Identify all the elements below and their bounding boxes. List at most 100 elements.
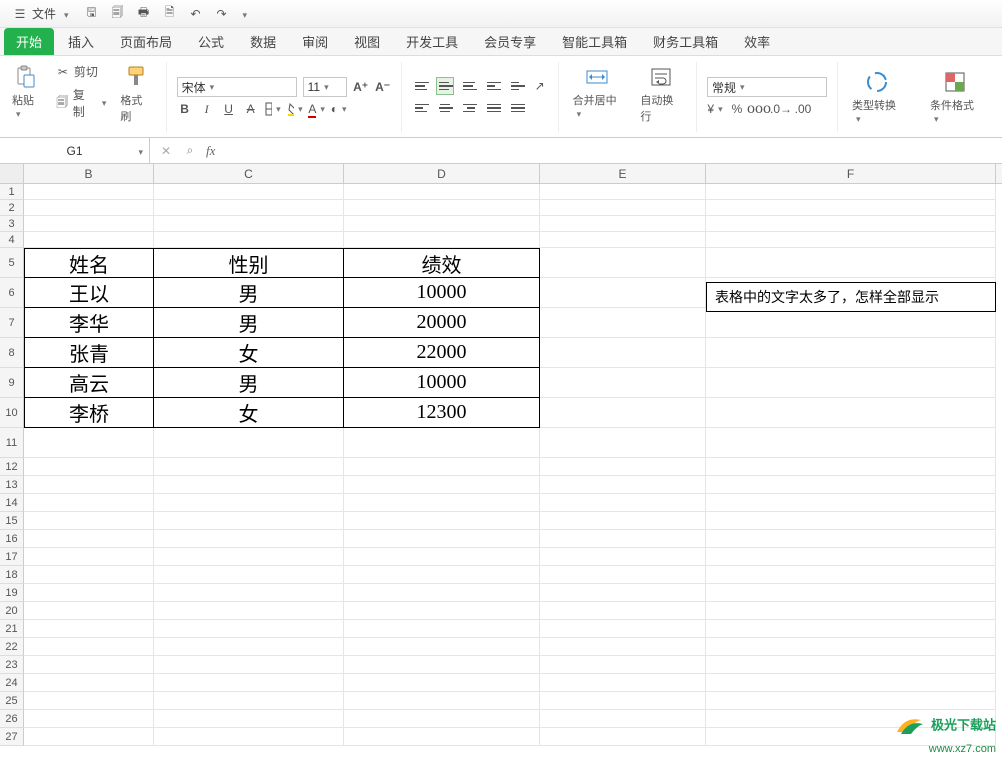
print-icon[interactable]: 🖶: [135, 5, 153, 23]
align-top-button[interactable]: [412, 77, 430, 95]
tab-finance-tools[interactable]: 财务工具箱: [641, 28, 730, 55]
cell[interactable]: [24, 548, 154, 566]
cell[interactable]: [540, 710, 706, 728]
tab-insert[interactable]: 插入: [56, 28, 106, 55]
cell[interactable]: [344, 710, 540, 728]
table-cell[interactable]: 女: [154, 338, 344, 368]
cell[interactable]: [540, 620, 706, 638]
row-header[interactable]: 14: [0, 494, 24, 512]
cell[interactable]: [344, 458, 540, 476]
cell[interactable]: [706, 692, 996, 710]
cell[interactable]: [154, 200, 344, 216]
cell[interactable]: [154, 674, 344, 692]
phonetic-button[interactable]: ◐: [331, 101, 347, 117]
cell[interactable]: [706, 494, 996, 512]
row-header[interactable]: 12: [0, 458, 24, 476]
align-center-button[interactable]: [436, 99, 454, 117]
table-cell[interactable]: 女: [154, 398, 344, 428]
cell[interactable]: [154, 232, 344, 248]
row-header[interactable]: 23: [0, 656, 24, 674]
cell[interactable]: [344, 428, 540, 458]
decrease-decimal-button[interactable]: .00: [795, 101, 811, 117]
font-size-select[interactable]: 11: [303, 77, 347, 97]
cell[interactable]: [24, 674, 154, 692]
col-header-B[interactable]: B: [24, 164, 154, 183]
cell[interactable]: [344, 638, 540, 656]
table-cell[interactable]: 王以: [24, 278, 154, 308]
cell[interactable]: [706, 458, 996, 476]
paste-button[interactable]: 粘贴: [8, 62, 45, 132]
tab-smart-tools[interactable]: 智能工具箱: [550, 28, 639, 55]
decrease-indent-button[interactable]: [484, 77, 502, 95]
tab-devtools[interactable]: 开发工具: [394, 28, 470, 55]
cell[interactable]: [706, 602, 996, 620]
cell-name-header[interactable]: 姓名: [24, 248, 154, 278]
cell[interactable]: [540, 184, 706, 200]
cancel-icon[interactable]: ✕: [158, 143, 174, 159]
cell[interactable]: [540, 428, 706, 458]
row-header[interactable]: 10: [0, 398, 24, 428]
cell[interactable]: [540, 338, 706, 368]
cell[interactable]: [540, 494, 706, 512]
cell[interactable]: [540, 728, 706, 746]
cell[interactable]: [154, 602, 344, 620]
cell[interactable]: [154, 656, 344, 674]
align-left-button[interactable]: [412, 99, 430, 117]
cell[interactable]: [706, 656, 996, 674]
col-header-E[interactable]: E: [540, 164, 706, 183]
merge-center-button[interactable]: 合并居中: [569, 62, 627, 132]
save-icon[interactable]: 🖫: [83, 5, 101, 23]
cell[interactable]: [540, 278, 706, 308]
cell[interactable]: [540, 674, 706, 692]
comma-button[interactable]: ooo: [751, 101, 767, 117]
cond-format-button[interactable]: 条件格式: [926, 67, 984, 127]
wrap-text-button[interactable]: 自动换行: [636, 62, 686, 132]
row-header[interactable]: 27: [0, 728, 24, 746]
cell[interactable]: [154, 476, 344, 494]
cell[interactable]: [24, 232, 154, 248]
cell[interactable]: [706, 566, 996, 584]
select-all-corner[interactable]: [0, 164, 24, 183]
cell[interactable]: [540, 458, 706, 476]
table-cell[interactable]: 10000: [344, 278, 540, 308]
table-cell[interactable]: 李桥: [24, 398, 154, 428]
bold-button[interactable]: B: [177, 101, 193, 117]
table-cell[interactable]: 李华: [24, 308, 154, 338]
cell[interactable]: [540, 566, 706, 584]
cell[interactable]: [24, 638, 154, 656]
cell[interactable]: [706, 398, 996, 428]
increase-font-icon[interactable]: A⁺: [353, 79, 369, 95]
cell[interactable]: [540, 692, 706, 710]
file-menu[interactable]: ☰ 文件: [6, 3, 75, 24]
cell[interactable]: [154, 710, 344, 728]
cell[interactable]: [344, 566, 540, 584]
cell[interactable]: [24, 184, 154, 200]
cell[interactable]: [24, 428, 154, 458]
fx-label[interactable]: fx: [206, 143, 215, 159]
row-header[interactable]: 17: [0, 548, 24, 566]
row-header[interactable]: 8: [0, 338, 24, 368]
row-header[interactable]: 19: [0, 584, 24, 602]
table-cell[interactable]: 10000: [344, 368, 540, 398]
cell[interactable]: [24, 530, 154, 548]
cell[interactable]: [706, 338, 996, 368]
row-header[interactable]: 4: [0, 232, 24, 248]
strike-button[interactable]: A: [243, 101, 259, 117]
cell[interactable]: [154, 216, 344, 232]
cell[interactable]: [154, 494, 344, 512]
cell[interactable]: [344, 494, 540, 512]
cell[interactable]: [344, 476, 540, 494]
increase-indent-button[interactable]: [508, 77, 526, 95]
row-header[interactable]: 3: [0, 216, 24, 232]
table-cell[interactable]: 12300: [344, 398, 540, 428]
cell[interactable]: [154, 458, 344, 476]
percent-button[interactable]: %: [729, 101, 745, 117]
cell[interactable]: [540, 398, 706, 428]
italic-button[interactable]: I: [199, 101, 215, 117]
cell-score-header[interactable]: 绩效: [344, 248, 540, 278]
cell[interactable]: [540, 602, 706, 620]
tab-data[interactable]: 数据: [238, 28, 288, 55]
cell[interactable]: [706, 200, 996, 216]
col-header-F[interactable]: F: [706, 164, 996, 183]
cell[interactable]: [24, 692, 154, 710]
